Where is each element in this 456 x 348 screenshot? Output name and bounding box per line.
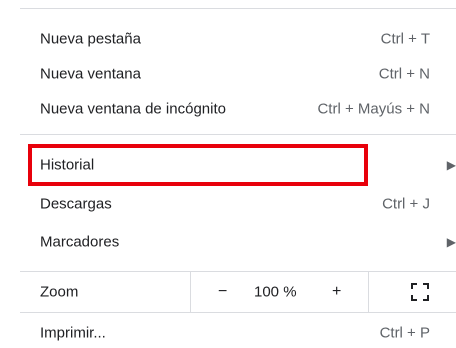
- menu-item-label: Descargas: [40, 195, 112, 213]
- triangle-right-icon: ▶: [446, 158, 456, 172]
- menu-item-label: Nueva ventana de incógnito: [40, 100, 226, 118]
- menu-item-shortcut: Ctrl + N: [378, 65, 430, 83]
- zoom-row: Zoom − 100 % +: [0, 272, 456, 312]
- zoom-label: Zoom: [40, 283, 79, 301]
- menu-item-label: Marcadores: [40, 233, 120, 251]
- triangle-right-icon: ▶: [446, 235, 456, 249]
- menu-item-new-incognito-window[interactable]: Nueva ventana de incógnito Ctrl + Mayús …: [0, 92, 456, 126]
- menu-item-bookmarks[interactable]: Marcadores ▶: [0, 225, 456, 259]
- menu-item-print[interactable]: Imprimir... Ctrl + P: [0, 318, 456, 348]
- zoom-value: 100 %: [254, 283, 297, 301]
- menu-item-new-tab[interactable]: Nueva pestaña Ctrl + T: [0, 22, 456, 56]
- history-highlight-box: [28, 144, 368, 186]
- zoom-out-button[interactable]: −: [218, 283, 227, 301]
- zoom-in-button[interactable]: +: [332, 283, 341, 301]
- menu-divider: [20, 134, 456, 135]
- menu-item-shortcut: Ctrl + T: [380, 30, 430, 48]
- menu-item-shortcut: Ctrl + J: [382, 195, 430, 213]
- menu-top-divider: [20, 8, 456, 9]
- zoom-separator: [368, 272, 369, 312]
- menu-item-label: Nueva ventana: [40, 65, 141, 83]
- fullscreen-icon[interactable]: [411, 283, 429, 301]
- menu-item-label: Imprimir...: [40, 324, 106, 342]
- menu-item-shortcut: Ctrl + P: [379, 324, 430, 342]
- menu-item-new-window[interactable]: Nueva ventana Ctrl + N: [0, 57, 456, 91]
- menu-item-label: Nueva pestaña: [40, 30, 141, 48]
- menu-divider: [20, 312, 456, 313]
- chrome-main-menu: Nueva pestaña Ctrl + T Nueva ventana Ctr…: [0, 0, 456, 348]
- menu-item-shortcut: Ctrl + Mayús + N: [317, 100, 430, 118]
- menu-item-downloads[interactable]: Descargas Ctrl + J: [0, 187, 456, 221]
- zoom-separator: [190, 272, 191, 312]
